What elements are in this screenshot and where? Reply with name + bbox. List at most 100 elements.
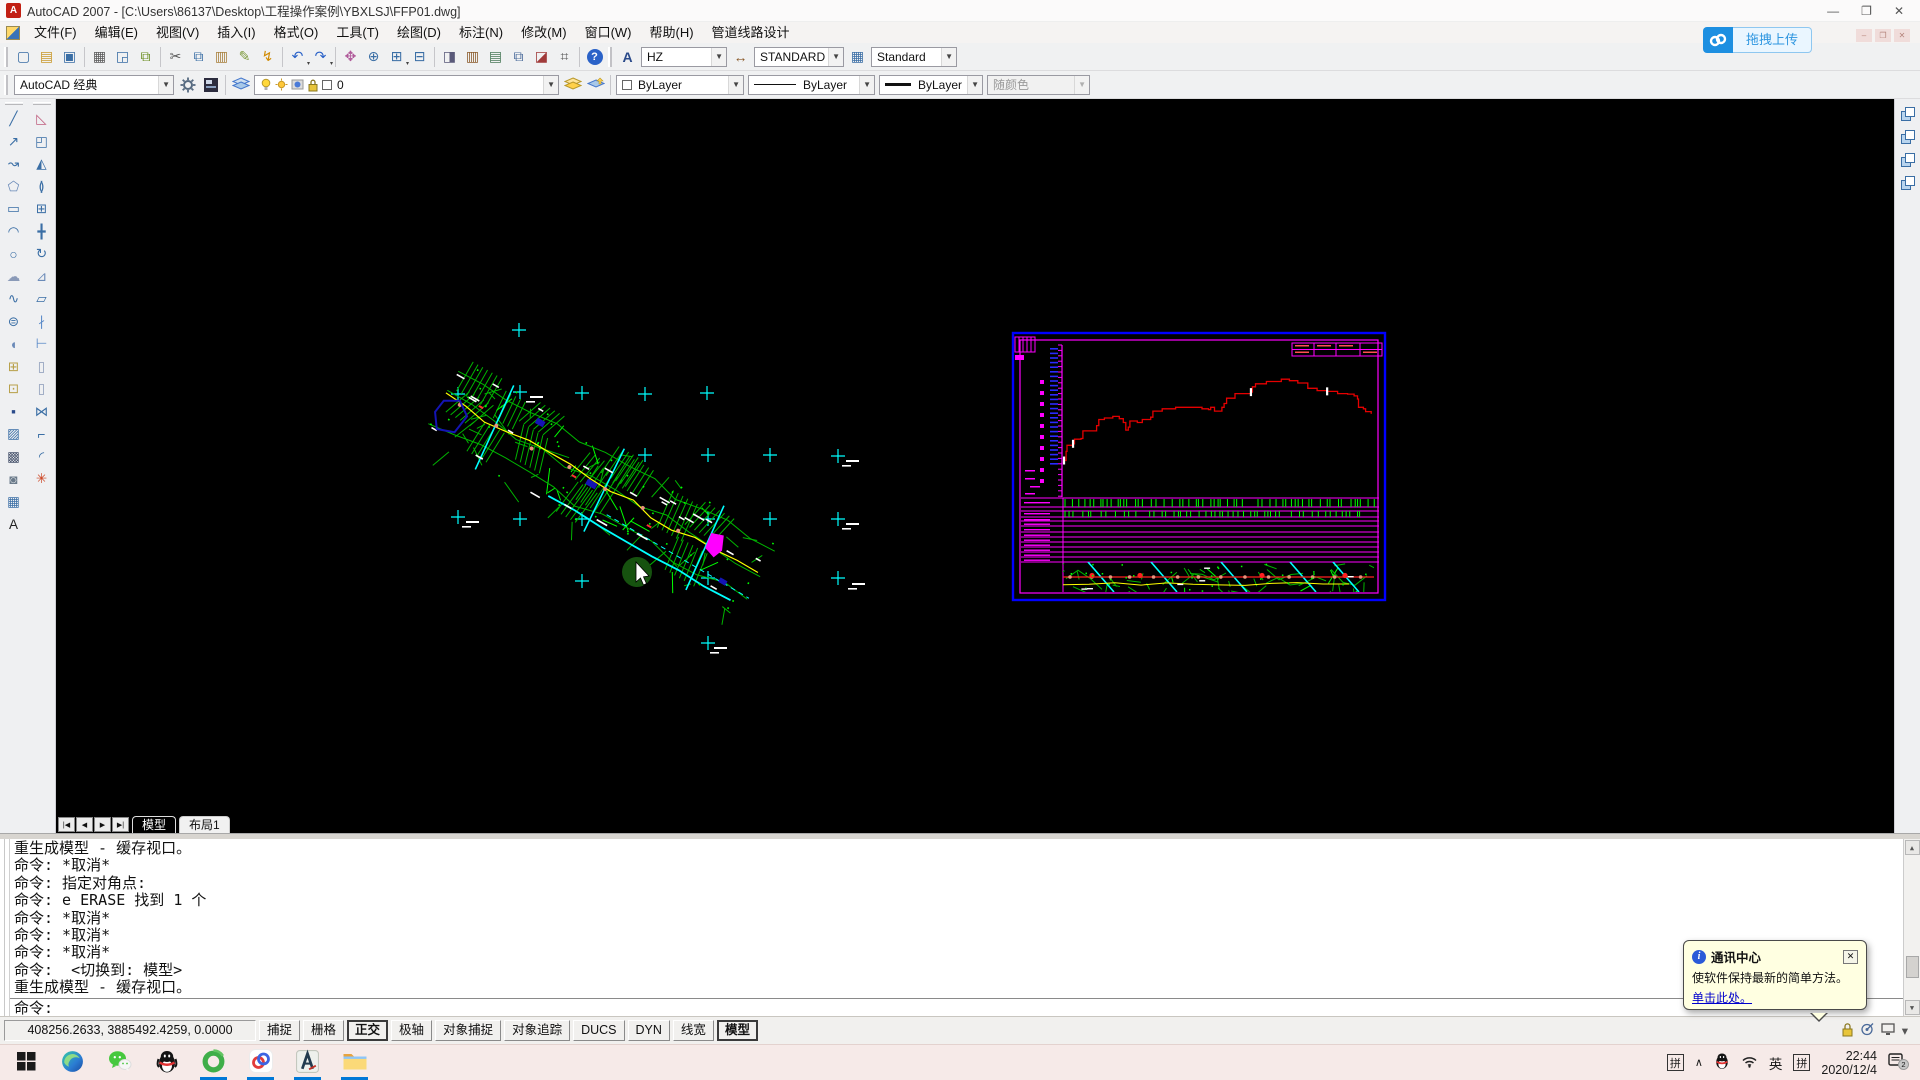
minimize-icon[interactable]: —	[1827, 4, 1839, 18]
layer-properties-icon[interactable]	[561, 73, 584, 96]
paste-icon[interactable]: ▥	[210, 45, 233, 68]
offset-icon[interactable]: ≬	[30, 176, 54, 199]
qq-tray-icon[interactable]	[1714, 1052, 1730, 1073]
polyline-icon[interactable]: ↝	[2, 153, 26, 176]
menu-item-7[interactable]: 绘图(D)	[388, 22, 450, 43]
autocad-app[interactable]	[284, 1045, 331, 1080]
text-style-combo[interactable]: HZ▼	[641, 47, 727, 67]
mtext-icon[interactable]: A	[2, 513, 26, 536]
linetype-combo[interactable]: ByLayer▼	[748, 75, 875, 95]
scroll-down-icon[interactable]: ▼	[1905, 1000, 1920, 1015]
point-icon[interactable]: ▪	[2, 401, 26, 424]
mirror-icon[interactable]: ◭	[30, 153, 54, 176]
toggle-线宽[interactable]: 线宽	[673, 1020, 714, 1041]
ellipse-icon[interactable]: ⊜	[2, 311, 26, 334]
wechat-app[interactable]	[96, 1045, 143, 1080]
browser360-app[interactable]	[190, 1045, 237, 1080]
text-style-icon[interactable]: A	[616, 45, 639, 68]
scroll-up-icon[interactable]: ▲	[1905, 840, 1920, 855]
toggle-模型[interactable]: 模型	[717, 1020, 758, 1041]
overlay-minimize-icon[interactable]: –	[1856, 29, 1872, 42]
copy-icon[interactable]: ◰	[30, 131, 54, 154]
toggle-DUCS[interactable]: DUCS	[573, 1020, 624, 1041]
extend-icon[interactable]: ⊢	[30, 333, 54, 356]
edge-app[interactable]	[49, 1045, 96, 1080]
dim-style-icon[interactable]: ↔	[729, 45, 752, 68]
markup-manager-icon[interactable]: ◪	[530, 45, 553, 68]
zoom-realtime-icon[interactable]: ⊕	[362, 45, 385, 68]
break-icon[interactable]: ▯	[30, 378, 54, 401]
command-prompt[interactable]: 命令:	[10, 998, 1903, 1016]
communication-center-icon[interactable]	[1860, 1022, 1875, 1039]
toolbar-grip[interactable]	[4, 47, 8, 67]
input-lang-pinyin-2[interactable]: 拼	[1793, 1054, 1810, 1071]
table-style-icon[interactable]: ▦	[846, 45, 869, 68]
toggle-极轴[interactable]: 极轴	[391, 1020, 432, 1041]
toggle-捕捉[interactable]: 捕捉	[259, 1020, 300, 1041]
undo-icon[interactable]: ↶▾	[286, 45, 309, 68]
help-icon[interactable]: ?	[583, 45, 606, 68]
zoom-window-icon[interactable]: ⊞▾	[385, 45, 408, 68]
overlay-close-icon[interactable]: ✕	[1894, 29, 1910, 42]
scale-icon[interactable]: ⊿	[30, 266, 54, 289]
spline-icon[interactable]: ∿	[2, 288, 26, 311]
quickcalc-icon[interactable]: ⌗	[553, 45, 576, 68]
join-icon[interactable]: ⋈	[30, 401, 54, 424]
menu-item-4[interactable]: 插入(I)	[208, 22, 264, 43]
overlay-restore-icon[interactable]: ❐	[1875, 29, 1891, 42]
stretch-icon[interactable]: ▱	[30, 288, 54, 311]
input-lang-en[interactable]: 英	[1769, 1053, 1783, 1073]
sheetset-manager-icon[interactable]: ⧉	[507, 45, 530, 68]
my-workspace-icon[interactable]	[199, 73, 222, 96]
dim-style-combo[interactable]: STANDARD▼	[754, 47, 844, 67]
annotation-lock-icon[interactable]	[1841, 1022, 1854, 1040]
menu-item-6[interactable]: 工具(T)	[327, 22, 388, 43]
drawing-canvas[interactable]: |◀◀▶▶|模型布局1	[56, 99, 1894, 833]
toolbar-grip[interactable]	[33, 102, 51, 105]
input-lang-pinyin-1[interactable]: 拼	[1667, 1054, 1684, 1071]
netdisk-app[interactable]	[237, 1045, 284, 1080]
wifi-icon[interactable]	[1741, 1054, 1758, 1071]
start-button[interactable]	[2, 1045, 49, 1080]
tab-nav-2[interactable]: ◀	[76, 817, 93, 832]
cut-icon[interactable]: ✂	[164, 45, 187, 68]
toggle-正交[interactable]: 正交	[347, 1020, 388, 1041]
polygon-icon[interactable]: ⬠	[2, 176, 26, 199]
make-block-icon[interactable]: ⊡	[2, 378, 26, 401]
restore-icon[interactable]: ❐	[1861, 4, 1872, 18]
netdisk-upload-button[interactable]: 拖拽上传	[1703, 27, 1812, 53]
status-menu-chevron[interactable]: ▾	[1902, 1023, 1908, 1038]
break-point-icon[interactable]: ▯	[30, 356, 54, 379]
properties-icon[interactable]: ◨	[438, 45, 461, 68]
rectangle-icon[interactable]: ▭	[2, 198, 26, 221]
layers-icon[interactable]	[229, 73, 252, 96]
table-style-combo[interactable]: Standard▼	[871, 47, 957, 67]
notification-badge-icon[interactable]: 2	[1888, 1052, 1910, 1074]
menu-item-9[interactable]: 修改(M)	[512, 22, 576, 43]
close-icon[interactable]: ✕	[1894, 4, 1904, 18]
copy-icon[interactable]: ⧉	[187, 45, 210, 68]
draw-order-front-icon[interactable]	[1898, 104, 1918, 124]
tray-expand-chevron[interactable]: ∧	[1695, 1056, 1703, 1069]
command-grip[interactable]	[0, 839, 10, 1016]
menu-item-12[interactable]: 管道线路设计	[703, 22, 799, 43]
tab-nav-1[interactable]: |◀	[58, 817, 75, 832]
workspace-combo[interactable]: AutoCAD 经典▼	[14, 75, 174, 95]
lineweight-combo[interactable]: ByLayer▼	[879, 75, 983, 95]
toolbar-grip[interactable]	[608, 47, 612, 67]
fillet-icon[interactable]: ◜	[30, 446, 54, 469]
draw-order-back-icon[interactable]	[1898, 127, 1918, 147]
toolbar-grip[interactable]	[4, 75, 8, 95]
tab-模型[interactable]: 模型	[132, 816, 176, 833]
toolbar-grip[interactable]	[5, 102, 23, 105]
region-icon[interactable]: ◙	[2, 468, 26, 491]
chamfer-icon[interactable]: ⌐	[30, 423, 54, 446]
gradient-icon[interactable]: ▩	[2, 446, 26, 469]
qq-app[interactable]	[143, 1045, 190, 1080]
designcenter-icon[interactable]: ▥	[461, 45, 484, 68]
draw-order-under-icon[interactable]	[1898, 173, 1918, 193]
circle-icon[interactable]: ○	[2, 243, 26, 266]
tab-nav-3[interactable]: ▶	[94, 817, 111, 832]
menu-item-3[interactable]: 视图(V)	[147, 22, 208, 43]
save-icon[interactable]: ▣	[58, 45, 81, 68]
